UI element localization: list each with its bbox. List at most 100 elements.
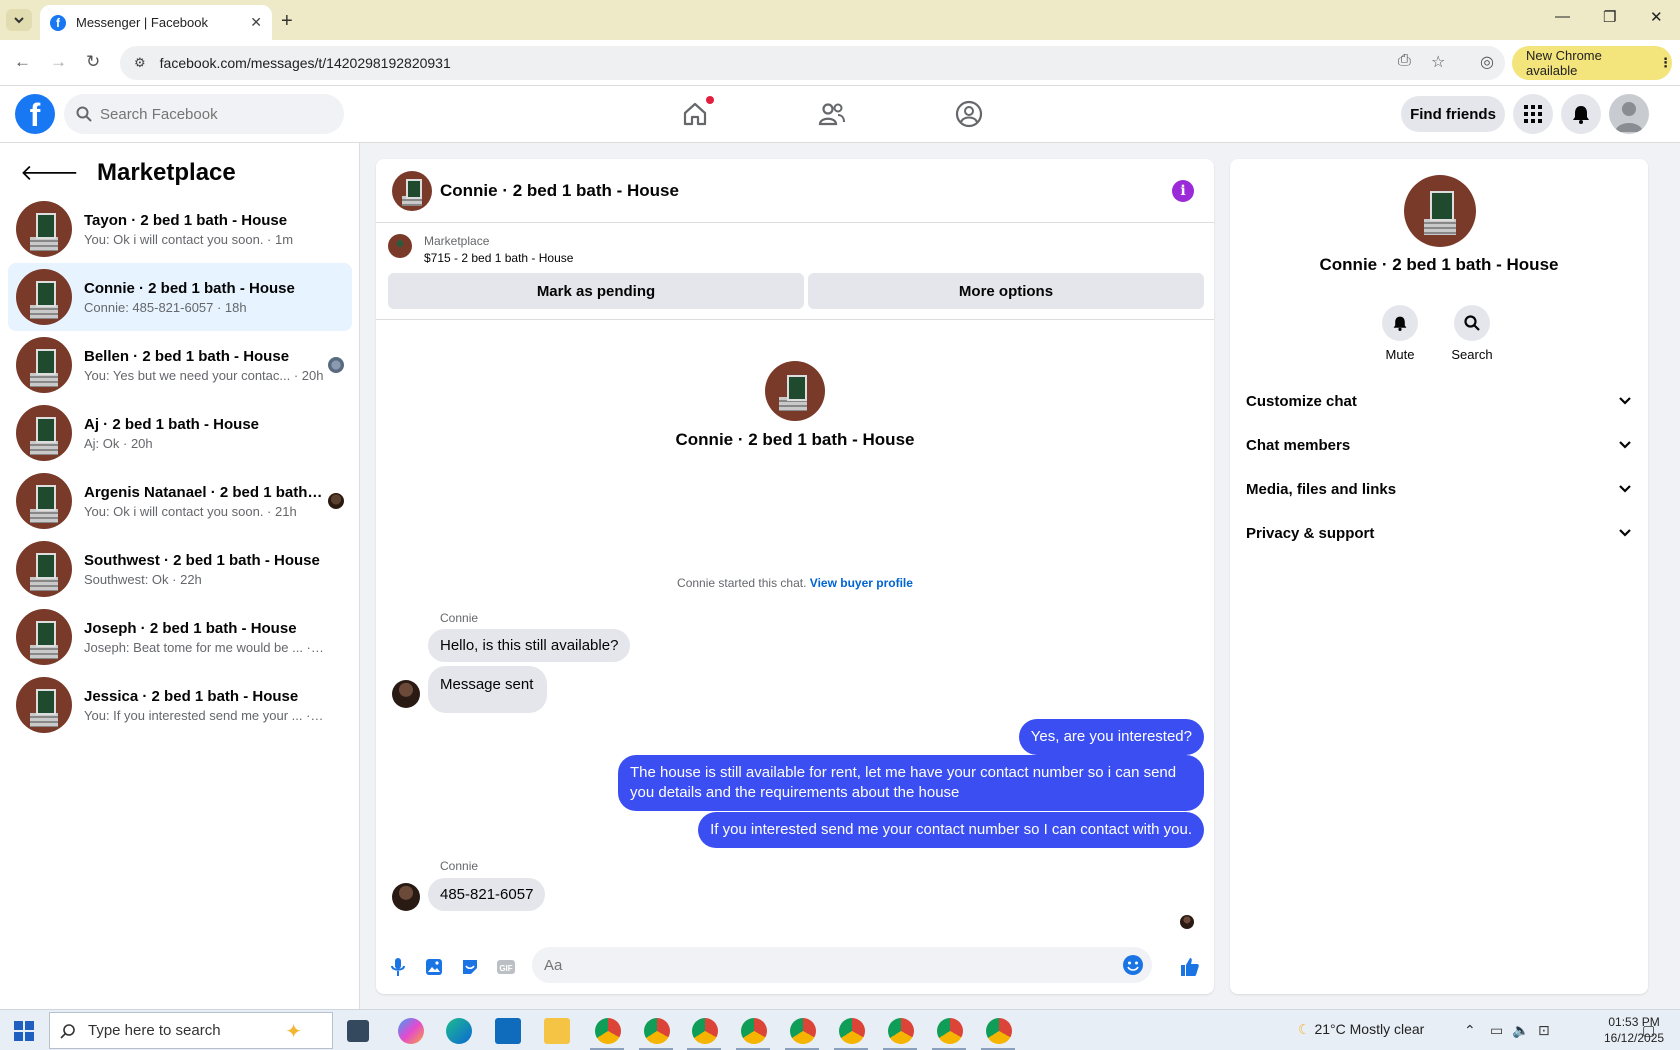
message-input-box[interactable] <box>532 947 1152 983</box>
mute-button[interactable] <box>1382 305 1418 341</box>
photo-icon[interactable] <box>422 955 446 979</box>
facebook-logo-icon[interactable]: f <box>15 94 55 134</box>
chrome-menu-icon[interactable]: ⋮ <box>1659 55 1672 71</box>
copilot-icon[interactable] <box>398 1018 424 1044</box>
notifications-button[interactable] <box>1561 94 1601 134</box>
gif-icon[interactable]: GIF <box>494 955 518 979</box>
message-bubble[interactable]: Message sent <box>428 666 548 713</box>
view-buyer-profile-link[interactable]: View buyer profile <box>810 576 913 590</box>
profile-icon[interactable]: ◎ <box>1480 52 1494 72</box>
listing-thumbnail <box>16 337 72 393</box>
message-bubble[interactable]: 485-821-6057 <box>428 878 546 911</box>
marketplace-sidebar: 🡐 Marketplace Tayon · 2 bed 1 bath - Hou… <box>0 143 360 1009</box>
emoji-icon[interactable] <box>1122 954 1144 981</box>
weather-widget[interactable]: ☾ 21°C Mostly clear <box>1298 1021 1424 1038</box>
bookmark-star-icon[interactable]: ☆ <box>1431 52 1445 72</box>
chrome-icon[interactable] <box>644 1018 670 1044</box>
conversation-item[interactable]: Southwest · 2 bed 1 bath - House Southwes… <box>8 535 352 603</box>
edge-icon[interactable] <box>446 1018 472 1044</box>
listing-thumbnail <box>16 677 72 733</box>
chrome-icon[interactable] <box>741 1018 767 1044</box>
tab-search-button[interactable] <box>6 9 32 31</box>
sender-avatar[interactable] <box>392 680 420 708</box>
message-bubble[interactable]: The house is still available for rent, l… <box>618 755 1204 811</box>
listing-price[interactable]: $715 - 2 bed 1 bath - House <box>424 251 573 265</box>
sender-avatar[interactable] <box>392 883 420 911</box>
restore-icon[interactable]: ❐ <box>1603 8 1616 26</box>
profile-avatar[interactable] <box>1404 175 1476 247</box>
conversation-item[interactable]: Connie · 2 bed 1 bath - House Connie: 485… <box>8 263 352 331</box>
notification-center-icon[interactable]: ▢ <box>1642 1022 1655 1039</box>
mail-icon[interactable] <box>495 1018 521 1044</box>
chrome-icon[interactable] <box>790 1018 816 1044</box>
chrome-icon[interactable] <box>692 1018 718 1044</box>
chat-title[interactable]: Connie · 2 bed 1 bath - House <box>440 181 679 201</box>
site-info-icon[interactable]: ⚙ <box>134 55 146 71</box>
account-avatar[interactable] <box>1609 94 1649 134</box>
windows-start-icon[interactable] <box>14 1021 34 1046</box>
meet-now-icon[interactable]: ▭ <box>1490 1022 1503 1039</box>
more-options-button[interactable]: More options <box>808 273 1204 309</box>
sender-name: Connie <box>440 611 479 625</box>
facebook-search-input[interactable] <box>100 105 320 123</box>
tab-close-icon[interactable]: ✕ <box>250 14 262 31</box>
message-bubble[interactable]: Hello, is this still available? <box>428 629 631 662</box>
search-action[interactable]: Search <box>1442 305 1502 362</box>
home-nav[interactable] <box>678 96 714 130</box>
marketplace-listing-bar: Marketplace $715 - 2 bed 1 bath - House … <box>376 224 1214 320</box>
taskbar-search[interactable]: Type here to search ✦ <box>49 1012 333 1049</box>
chrome-icon[interactable] <box>595 1018 621 1044</box>
conversation-item[interactable]: Tayon · 2 bed 1 bath - House You: Ok i wi… <box>8 195 352 263</box>
volume-icon[interactable]: 🔈 <box>1512 1022 1529 1039</box>
profile-nav[interactable] <box>952 98 986 130</box>
window-close-icon[interactable]: ✕ <box>1650 8 1663 26</box>
section-label: Customize chat <box>1246 392 1357 410</box>
menu-button[interactable] <box>1513 94 1553 134</box>
conversation-item[interactable]: Joseph · 2 bed 1 bath - House Joseph: Bea… <box>8 603 352 671</box>
conversation-item[interactable]: Argenis Natanael · 2 bed 1 bath ... You: … <box>8 467 352 535</box>
find-friends-button[interactable]: Find friends <box>1401 96 1505 132</box>
privacy-support-section[interactable]: Privacy & support <box>1246 513 1632 553</box>
task-view-icon[interactable] <box>347 1020 369 1042</box>
reload-icon[interactable]: ↻ <box>86 52 100 72</box>
info-icon[interactable]: i <box>1172 180 1194 202</box>
customize-chat-section[interactable]: Customize chat <box>1246 381 1632 421</box>
chrome-icon[interactable] <box>839 1018 865 1044</box>
chevron-down-icon <box>1619 529 1631 537</box>
conversation-item[interactable]: Aj · 2 bed 1 bath - House Aj: Ok · 20h <box>8 399 352 467</box>
search-button[interactable] <box>1454 305 1490 341</box>
chrome-icon[interactable] <box>888 1018 914 1044</box>
sticker-icon[interactable] <box>458 955 482 979</box>
message-input[interactable] <box>544 956 1104 974</box>
back-icon[interactable]: ← <box>14 52 31 72</box>
back-arrow-icon[interactable]: 🡐 <box>20 160 79 186</box>
tray-chevron-icon[interactable]: ⌃ <box>1464 1022 1476 1039</box>
file-explorer-icon[interactable] <box>544 1018 570 1044</box>
conversation-item[interactable]: Jessica · 2 bed 1 bath - House You: If yo… <box>8 671 352 739</box>
facebook-header: f Find friends <box>0 86 1680 143</box>
mute-action[interactable]: Mute <box>1370 305 1430 362</box>
install-app-icon[interactable]: ⎙ <box>1398 52 1411 70</box>
message-bubble[interactable]: If you interested send me your contact n… <box>698 812 1204 848</box>
seen-avatar <box>328 357 344 373</box>
forward-icon[interactable]: → <box>50 52 67 72</box>
message-bubble[interactable]: Yes, are you interested? <box>1018 719 1204 755</box>
chrome-icon[interactable] <box>986 1018 1012 1044</box>
facebook-search[interactable] <box>64 94 344 134</box>
minimize-icon[interactable]: — <box>1555 8 1570 25</box>
address-bar[interactable]: ⚙ facebook.com/messages/t/14202981928209… <box>120 46 1505 80</box>
conversation-item[interactable]: Bellen · 2 bed 1 bath - House You: Yes bu… <box>8 331 352 399</box>
new-chrome-available-button[interactable]: New Chrome available ⋮ <box>1512 46 1672 80</box>
chrome-icon[interactable] <box>937 1018 963 1044</box>
media-files-links-section[interactable]: Media, files and links <box>1246 469 1632 509</box>
network-icon[interactable]: ⊡ <box>1538 1022 1550 1039</box>
browser-tab[interactable]: f Messenger | Facebook ✕ <box>40 5 272 40</box>
new-tab-icon[interactable]: + <box>281 10 293 33</box>
mark-as-pending-button[interactable]: Mark as pending <box>388 273 804 309</box>
microphone-icon[interactable] <box>386 955 410 979</box>
thumbs-up-icon[interactable] <box>1178 955 1202 979</box>
friends-nav[interactable] <box>815 98 849 130</box>
chat-avatar[interactable] <box>392 170 432 211</box>
search-icon <box>76 106 92 122</box>
chat-members-section[interactable]: Chat members <box>1246 425 1632 465</box>
